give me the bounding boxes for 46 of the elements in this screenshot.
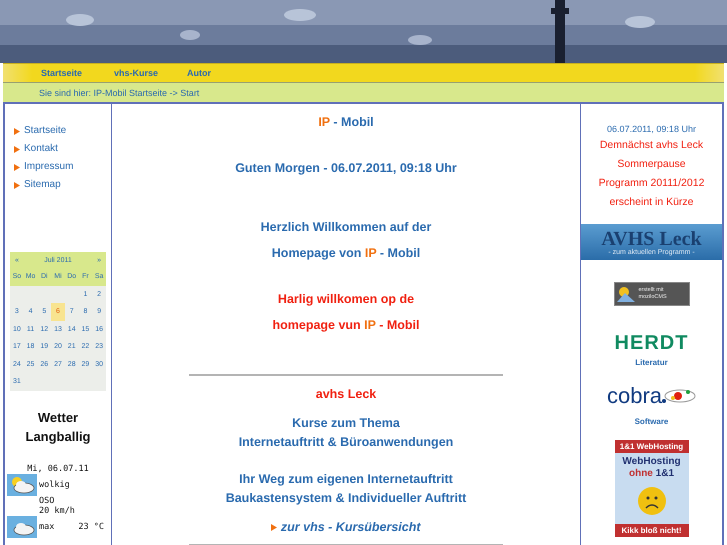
sad-face-icon [636,486,666,516]
sidebar-link[interactable]: Impressum [14,160,111,174]
sidebar-link[interactable]: Sitemap [14,178,111,192]
publisher-logo[interactable]: HERDT [614,332,688,355]
welcome-text: Homepage von IP - Mobil [272,245,420,262]
nav-link[interactable]: vhs-Kurse [114,68,187,78]
notice-text: Sommerpause [616,157,687,172]
wind-direction: OSO [39,496,56,506]
sidebar-link[interactable]: Kontakt [14,142,111,156]
max-label: max [39,522,54,532]
welcome-text: Herzlich Willkommen auf der [260,219,432,236]
max-temperature: 23 °C [78,522,104,532]
logo-caption: Software [634,417,668,426]
sidebar-link[interactable]: Startseite [14,124,111,138]
software-logo[interactable]: cobra [606,383,696,409]
logo-caption: Literatur [635,358,668,367]
triangle-bullet-icon [14,146,20,152]
weather-condition: wolkig [39,480,70,490]
weather-icon [7,516,37,538]
hosting-ad[interactable]: 1&1 WebHosting WebHosting ohne 1&1 Kikk bloß nicht! [614,440,688,537]
page-title: IP - Mobil [318,114,374,130]
triangle-bullet-icon [14,128,20,134]
notice-text: Programm 20111/2012 [598,176,704,191]
notice-text: avhs Leck [316,386,376,402]
welcome-text: Guten Morgen - 06.07.2011, 09:18 Uhr [235,160,457,176]
welcome-text: Ihr Weg zum eigenen Internetauftritt [239,471,453,488]
welcome-text: Kurse zum Thema [292,415,400,432]
welcome-text: Baukastensystem & Individueller Auftritt [226,490,466,507]
triangle-bullet-icon [14,164,20,170]
triangle-bullet-icon [271,524,278,531]
notice-text: homepage vun IP - Mobil [272,317,420,334]
notice-text: erscheint in Kürze [608,195,695,210]
sun-cloud-icon [7,474,37,496]
date-time: 06.07.2011, 09:18 Uhr [607,124,696,134]
weather-title: Langballig [24,428,92,446]
weather-title: Wetter [36,408,80,426]
welcome-text: Internetauftritt & Büroanwendungen [238,434,454,451]
triangle-bullet-icon [14,182,20,188]
nav-link[interactable]: Startseite [41,68,114,78]
nav-link[interactable]: Autor [187,68,260,78]
weather-date: Mi, 06.07.11 [26,464,90,474]
notice-text: Demnächst avhs Leck [598,138,704,153]
breadcrumb: Sie sind hier: IP-Mobil Startseite -> Start [3,83,724,104]
wind-speed: 20 km/h [39,506,76,516]
notice-text: Harlig willkomen op de [278,291,414,308]
course-link[interactable]: zur vhs - Kursübersicht [271,520,421,534]
